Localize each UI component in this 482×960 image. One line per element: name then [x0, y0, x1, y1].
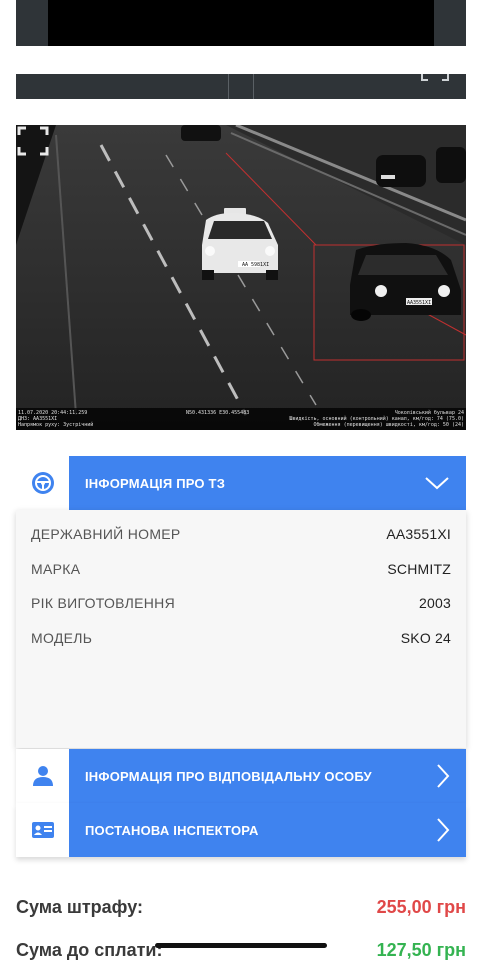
vehicle-info-panel: ДЕРЖАВНИЙ НОМЕР AA3551XI МАРКА SCHMITZ Р…: [16, 510, 466, 748]
info-row-label: ДЕРЖАВНИЙ НОМЕР: [31, 526, 181, 542]
vehicle-icon-cell: [16, 456, 69, 510]
violation-photo[interactable]: AA 5981XI AA3551XI 11.07.2020 20:44:11.2…: [16, 125, 466, 430]
info-row-value: 2003: [419, 595, 451, 611]
chevron-right-icon[interactable]: [436, 763, 450, 789]
fine-amount-row: Сума штрафу: 255,00 грн: [16, 897, 466, 918]
info-row-label: МАРКА: [31, 561, 81, 577]
inspector-ruling-title-bar[interactable]: ПОСТАНОВА ІНСПЕКТОРА: [69, 803, 466, 857]
person-icon-cell: [16, 749, 69, 803]
person-icon: [32, 766, 53, 786]
steering-wheel-icon: [31, 472, 54, 494]
violating-vehicle: [350, 243, 461, 321]
photo-speed-limit: Обмеження (перевищення) швидкості, км/го…: [313, 422, 464, 428]
responsible-person-title: ІНФОРМАЦІЯ ПРО ВІДПОВІДАЛЬНУ ОСОБУ: [85, 768, 372, 784]
video-black-area: [48, 0, 434, 46]
info-row-value: AA3551XI: [386, 526, 451, 542]
info-row-label: МОДЕЛЬ: [31, 630, 93, 646]
fullscreen-icon[interactable]: [16, 125, 50, 157]
info-row: РІК ВИГОТОВЛЕННЯ 2003: [31, 595, 451, 615]
car-plate: AA3551XI: [407, 300, 431, 306]
vehicle-info-header[interactable]: ІНФОРМАЦІЯ ПРО ТЗ: [16, 456, 466, 510]
video-frame-top: [16, 0, 466, 46]
photo-metadata-bar: 11.07.2020 20:44:11.259 ДНЗ: AA3551XI На…: [16, 408, 466, 430]
photo-coordinates: N50.431336 E30.455483: [186, 410, 250, 416]
taxi-plate: AA 5981XI: [242, 262, 269, 268]
inspector-ruling-title: ПОСТАНОВА ІНСПЕКТОРА: [85, 822, 259, 838]
photo-direction: Напрямок руху: Зустрічний: [18, 422, 94, 428]
id-card-icon-cell: [16, 803, 69, 857]
info-row-value: SCHMITZ: [387, 561, 451, 577]
vehicle-info-title: ІНФОРМАЦІЯ ПРО ТЗ: [85, 475, 226, 491]
amount-due-value: 127,50 грн: [376, 940, 466, 960]
chevron-down-icon[interactable]: [424, 476, 450, 490]
chevron-right-icon[interactable]: [436, 817, 450, 843]
fine-amount-value: 255,00 грн: [376, 897, 466, 917]
info-row: МАРКА SCHMITZ: [31, 561, 451, 581]
id-card-icon: [31, 822, 54, 838]
inspector-ruling-header[interactable]: ПОСТАНОВА ІНСПЕКТОРА: [16, 803, 466, 857]
responsible-person-title-bar[interactable]: ІНФОРМАЦІЯ ПРО ВІДПОВІДАЛЬНУ ОСОБУ: [69, 749, 466, 803]
fullscreen-icon[interactable]: [420, 74, 450, 82]
info-row-label: РІК ВИГОТОВЛЕННЯ: [31, 595, 176, 611]
vehicle-info-title-bar[interactable]: ІНФОРМАЦІЯ ПРО ТЗ: [69, 456, 466, 510]
info-row: МОДЕЛЬ SKO 24: [31, 630, 451, 650]
responsible-person-header[interactable]: ІНФОРМАЦІЯ ПРО ВІДПОВІДАЛЬНУ ОСОБУ: [16, 749, 466, 803]
info-row-value: SKO 24: [400, 630, 451, 646]
fine-amount-label: Сума штрафу:: [16, 897, 143, 917]
home-indicator[interactable]: [155, 943, 327, 948]
video-controls-strip[interactable]: [16, 74, 466, 99]
amount-due-label: Сума до сплати:: [16, 940, 163, 960]
info-row: ДЕРЖАВНИЙ НОМЕР AA3551XI: [31, 526, 451, 546]
video-scrub-handle[interactable]: [228, 74, 254, 99]
road-scene: AA 5981XI AA3551XI: [16, 125, 466, 430]
